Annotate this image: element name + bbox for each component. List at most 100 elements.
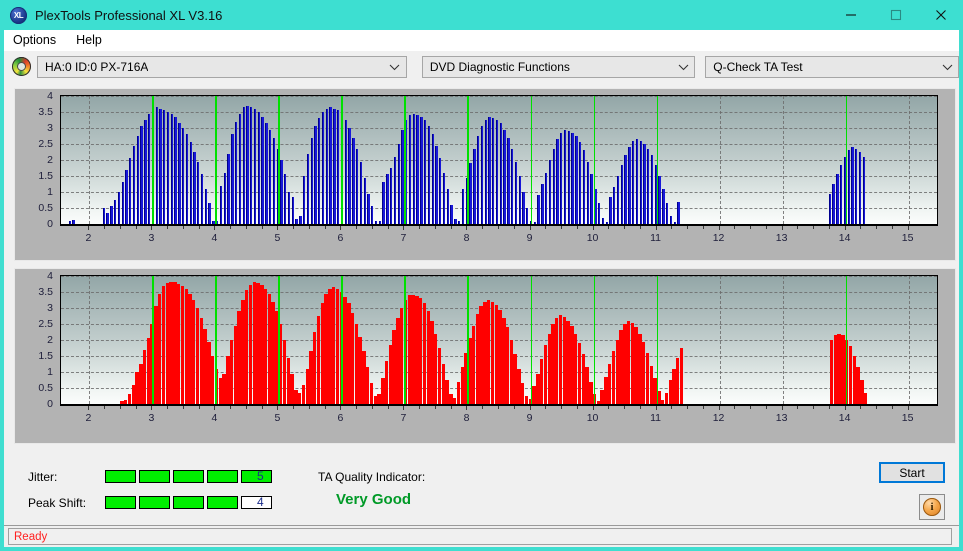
- app-logo-text: XL: [13, 10, 24, 20]
- chart-bar: [431, 134, 434, 224]
- x-tick-minor: [324, 226, 326, 229]
- track-marker: [467, 276, 469, 404]
- plot-area-top: [60, 95, 938, 226]
- chart-bar: [337, 110, 340, 224]
- chart-bar: [480, 126, 484, 224]
- menu-bar: Options Help: [4, 30, 959, 51]
- chart-bar: [242, 107, 245, 224]
- x-tick: [151, 406, 153, 410]
- x-tick-minor: [876, 406, 878, 409]
- drive-select[interactable]: HA:0 ID:0 PX-716A: [37, 55, 407, 78]
- x-tick-minor: [608, 226, 610, 229]
- x-tick: [277, 406, 279, 410]
- meter-cell: [139, 470, 170, 483]
- chart-bar: [178, 123, 181, 224]
- results-panel: Jitter: 5 Peak Shift: 4 TA Quality Indic…: [14, 455, 956, 517]
- x-tick: [403, 226, 405, 230]
- y-tick-label: 1.5: [38, 170, 53, 182]
- chart-bar: [386, 174, 389, 224]
- x-tick-label: 4: [211, 232, 218, 244]
- chart-bar: [129, 158, 132, 224]
- function-select[interactable]: DVD Diagnostic Functions: [421, 55, 696, 78]
- chart-bar: [435, 145, 438, 224]
- menu-item-help[interactable]: Help: [75, 31, 111, 50]
- track-marker: [845, 276, 848, 404]
- ta-test-chart-bottom: 0 0.5 1 1.5 2 2.5 3 3.5 4 2 3 4 5 6 7 8 9 10 11 12 13 14 15: [14, 268, 956, 444]
- chart-bar: [185, 134, 189, 224]
- chart-bar: [662, 188, 665, 224]
- chart-bar: [140, 126, 143, 224]
- x-tick-minor: [860, 406, 862, 409]
- track-marker: [215, 96, 217, 224]
- chart-bar: [510, 148, 514, 224]
- y-tick-label: 0: [47, 398, 53, 410]
- x-tick-label: 2: [85, 412, 92, 424]
- jitter-meter: [105, 470, 272, 483]
- x-tick-minor: [308, 226, 310, 229]
- chart-bar: [424, 120, 427, 224]
- x-tick: [781, 226, 783, 230]
- toolbar: HA:0 ID:0 PX-716A DVD Diagnostic Functio…: [4, 51, 960, 82]
- chart-bar: [359, 161, 363, 224]
- x-tick-label: 4: [211, 412, 218, 424]
- chart-bar: [586, 161, 589, 224]
- x-tick-label: 10: [586, 412, 599, 424]
- chart-bar: [635, 139, 639, 224]
- chart-bar: [291, 196, 294, 224]
- chart-bar: [231, 134, 234, 224]
- x-tick-minor: [828, 406, 830, 409]
- chart-bar: [68, 220, 71, 224]
- chart-bar: [389, 168, 393, 224]
- chart-bar: [575, 136, 578, 224]
- menu-item-options[interactable]: Options: [12, 31, 65, 50]
- start-button[interactable]: Start: [879, 462, 945, 483]
- x-tick-minor: [230, 406, 232, 409]
- peak-shift-label: Peak Shift:: [28, 496, 87, 510]
- x-tick-minor: [182, 406, 184, 409]
- maximize-icon[interactable]: [873, 0, 918, 30]
- track-marker: [278, 276, 280, 404]
- chart-bar: [212, 220, 215, 224]
- y-tick-label: 1.5: [38, 350, 53, 362]
- x-tick-label: 7: [400, 412, 407, 424]
- chart-bar: [514, 161, 518, 224]
- x-tick-minor: [891, 226, 893, 229]
- y-tick-label: 2: [47, 154, 53, 166]
- test-select[interactable]: Q-Check TA Test: [705, 55, 960, 78]
- chart-bar: [450, 204, 453, 224]
- track-marker: [593, 276, 596, 404]
- y-tick-label: 0.5: [38, 382, 53, 394]
- info-button[interactable]: i: [919, 494, 945, 520]
- meter-cell: [173, 496, 204, 509]
- x-tick-label: 12: [712, 412, 725, 424]
- chart-bar: [132, 145, 136, 224]
- chart-bar: [639, 140, 642, 224]
- chart-bar: [284, 174, 287, 224]
- bar-series-top: [61, 96, 937, 224]
- minimize-icon[interactable]: [828, 0, 873, 30]
- x-tick-label: 11: [650, 232, 661, 244]
- x-tick-minor: [702, 226, 704, 229]
- x-tick-label: 14: [838, 412, 851, 424]
- chart-bar: [533, 222, 536, 224]
- chart-bar: [673, 222, 676, 224]
- chart-bar: [863, 392, 868, 404]
- track-marker: [593, 96, 596, 224]
- chart-bar: [401, 129, 404, 224]
- chart-bar: [458, 220, 461, 224]
- chart-bar: [303, 176, 306, 224]
- y-tick-label: 4: [47, 90, 53, 102]
- x-tick-minor: [450, 406, 452, 409]
- y-tick-label: 3.5: [38, 286, 53, 298]
- x-tick-minor: [561, 226, 563, 229]
- x-tick-minor: [167, 406, 169, 409]
- x-tick-label: 12: [712, 232, 725, 244]
- chart-bar: [677, 201, 680, 224]
- chart-bar: [223, 172, 226, 224]
- x-tick-minor: [813, 226, 815, 229]
- chart-bar: [318, 118, 321, 224]
- x-tick-minor: [734, 226, 736, 229]
- chart-bar: [836, 174, 839, 224]
- close-icon[interactable]: [918, 0, 963, 30]
- x-tick-minor: [702, 406, 704, 409]
